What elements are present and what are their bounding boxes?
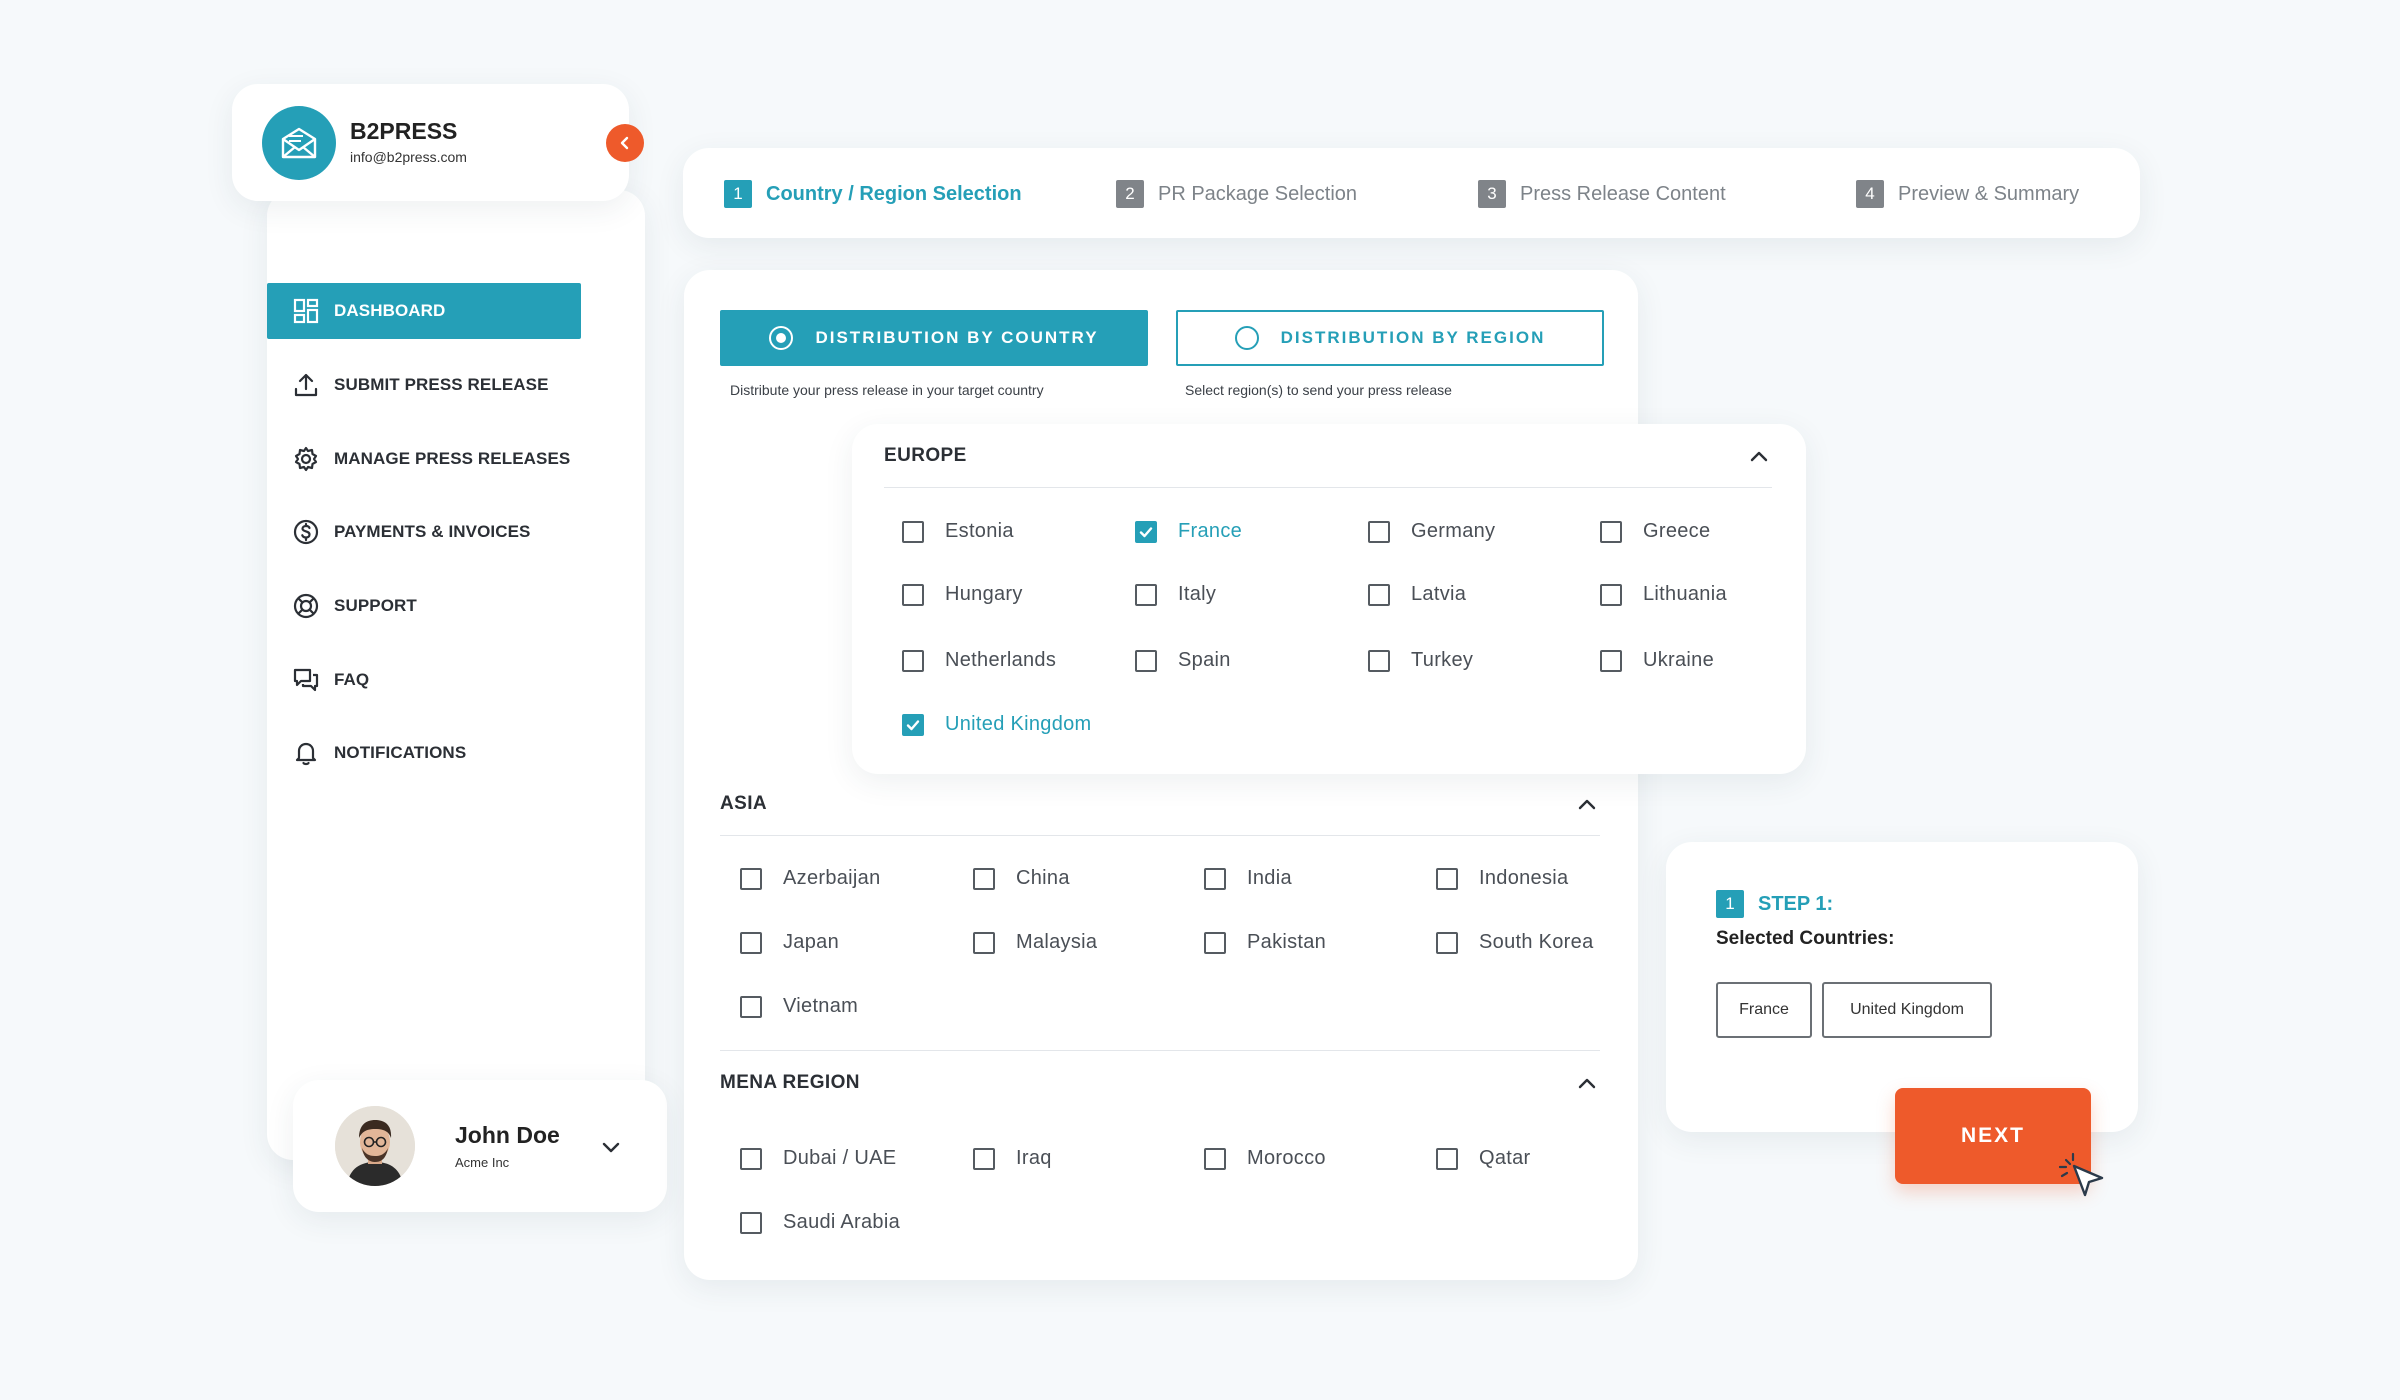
- sidebar-item-manage-press-releases[interactable]: MANAGE PRESS RELEASES: [267, 431, 581, 487]
- radio-selected-icon: [769, 326, 794, 350]
- country-checkbox-estonia[interactable]: Estonia: [902, 520, 1014, 543]
- upload-icon: [292, 371, 320, 399]
- country-checkbox-azerbaijan[interactable]: Azerbaijan: [740, 867, 881, 890]
- user-name: John Doe: [455, 1122, 560, 1148]
- country-checkbox-china[interactable]: China: [973, 867, 1070, 890]
- distribution-by-region-button[interactable]: DISTRIBUTION BY REGION: [1176, 310, 1604, 366]
- pointer-cursor-icon: [2058, 1152, 2104, 1197]
- summary-label: Selected Countries:: [1716, 928, 1895, 949]
- summary-step: 1 STEP 1:: [1716, 890, 1833, 918]
- sidebar-item-label: MANAGE PRESS RELEASES: [334, 449, 571, 468]
- sidebar-item-submit-press-release[interactable]: SUBMIT PRESS RELEASE: [267, 357, 581, 413]
- envelope-logo-icon: [262, 106, 336, 180]
- stepper: 1 Country / Region Selection 2 PR Packag…: [683, 148, 2140, 238]
- sidebar-item-faq[interactable]: FAQ: [267, 652, 581, 708]
- region-header-mena[interactable]: MENA REGION: [720, 1050, 1600, 1114]
- country-checkbox-greece[interactable]: Greece: [1600, 520, 1710, 543]
- country-checkbox-vietnam[interactable]: Vietnam: [740, 995, 858, 1018]
- checkmark-icon[interactable]: [1135, 520, 1157, 543]
- chat-icon: [292, 666, 320, 694]
- brand-email: info@b2press.com: [350, 149, 467, 165]
- user-card[interactable]: John Doe Acme Inc: [293, 1080, 667, 1212]
- sidebar-item-label: FAQ: [334, 670, 370, 689]
- country-checkbox-pakistan[interactable]: Pakistan: [1204, 931, 1326, 954]
- distribution-by-country-button[interactable]: DISTRIBUTION BY COUNTRY: [720, 310, 1148, 366]
- sidebar-item-payments-invoices[interactable]: PAYMENTS & INVOICES: [267, 504, 581, 560]
- bell-icon: [292, 739, 320, 767]
- country-checkbox-france[interactable]: France: [1135, 520, 1242, 543]
- region-description: Select region(s) to send your press rele…: [1185, 382, 1452, 398]
- country-checkbox-latvia[interactable]: Latvia: [1368, 583, 1466, 606]
- dollar-icon: [292, 518, 320, 546]
- step-country-region[interactable]: 1 Country / Region Selection: [724, 180, 1022, 208]
- region-panel-europe: EUROPE Estonia France Germany Greece Hun…: [852, 424, 1806, 774]
- country-checkbox-indonesia[interactable]: Indonesia: [1436, 867, 1568, 890]
- country-checkbox-qatar[interactable]: Qatar: [1436, 1147, 1531, 1170]
- step-preview-summary[interactable]: 4 Preview & Summary: [1856, 180, 2079, 208]
- sidebar-item-notifications[interactable]: NOTIFICATIONS: [267, 725, 581, 781]
- avatar: [335, 1106, 415, 1186]
- country-checkbox-dubai-uae[interactable]: Dubai / UAE: [740, 1147, 896, 1170]
- country-checkbox-japan[interactable]: Japan: [740, 931, 839, 954]
- sidebar-item-label: NOTIFICATIONS: [334, 743, 467, 762]
- country-checkbox-united-kingdom[interactable]: United Kingdom: [902, 713, 1092, 736]
- chevron-up-icon[interactable]: [1574, 791, 1600, 817]
- sidebar-item-label: SUPPORT: [334, 596, 417, 615]
- checkmark-icon[interactable]: [902, 713, 924, 736]
- collapse-sidebar-button[interactable]: [606, 124, 644, 162]
- user-company: Acme Inc: [455, 1155, 510, 1170]
- country-checkbox-netherlands[interactable]: Netherlands: [902, 649, 1056, 672]
- chevron-up-icon[interactable]: [1574, 1070, 1600, 1096]
- selected-country-chip[interactable]: United Kingdom: [1822, 982, 1992, 1038]
- region-header-europe[interactable]: EUROPE: [884, 424, 1772, 488]
- brand-name: B2PRESS: [350, 118, 458, 144]
- main-panel: DISTRIBUTION BY COUNTRY DISTRIBUTION BY …: [684, 270, 1638, 1280]
- country-checkbox-india[interactable]: India: [1204, 867, 1292, 890]
- country-checkbox-turkey[interactable]: Turkey: [1368, 649, 1473, 672]
- selected-country-chip[interactable]: France: [1716, 982, 1812, 1038]
- country-checkbox-saudi-arabia[interactable]: Saudi Arabia: [740, 1211, 900, 1234]
- sidebar-item-support[interactable]: SUPPORT: [267, 578, 581, 634]
- step-press-release-content[interactable]: 3 Press Release Content: [1478, 180, 1726, 208]
- chevron-down-icon[interactable]: [599, 1136, 623, 1160]
- country-description: Distribute your press release in your ta…: [730, 382, 1044, 398]
- country-checkbox-italy[interactable]: Italy: [1135, 583, 1216, 606]
- country-checkbox-spain[interactable]: Spain: [1135, 649, 1231, 672]
- country-checkbox-iraq[interactable]: Iraq: [973, 1147, 1052, 1170]
- country-checkbox-malaysia[interactable]: Malaysia: [973, 931, 1097, 954]
- brand-card: B2PRESS info@b2press.com: [232, 84, 629, 201]
- sidebar-item-label: DASHBOARD: [334, 301, 446, 320]
- gear-icon: [292, 445, 320, 473]
- country-checkbox-south-korea[interactable]: South Korea: [1436, 931, 1594, 954]
- country-checkbox-germany[interactable]: Germany: [1368, 520, 1495, 543]
- chevron-left-icon: [620, 136, 629, 150]
- radio-unselected-icon: [1234, 326, 1259, 350]
- sidebar-item-label: SUBMIT PRESS RELEASE: [334, 375, 549, 394]
- sidebar-item-dashboard[interactable]: DASHBOARD: [267, 283, 581, 339]
- country-checkbox-hungary[interactable]: Hungary: [902, 583, 1023, 606]
- country-checkbox-lithuania[interactable]: Lithuania: [1600, 583, 1727, 606]
- chevron-up-icon[interactable]: [1746, 443, 1772, 469]
- country-checkbox-morocco[interactable]: Morocco: [1204, 1147, 1326, 1170]
- sidebar-item-label: PAYMENTS & INVOICES: [334, 522, 531, 541]
- region-header-asia[interactable]: ASIA: [720, 772, 1600, 836]
- step-pr-package[interactable]: 2 PR Package Selection: [1116, 180, 1357, 208]
- dashboard-icon: [292, 297, 320, 325]
- country-checkbox-ukraine[interactable]: Ukraine: [1600, 649, 1714, 672]
- lifebuoy-icon: [292, 592, 320, 620]
